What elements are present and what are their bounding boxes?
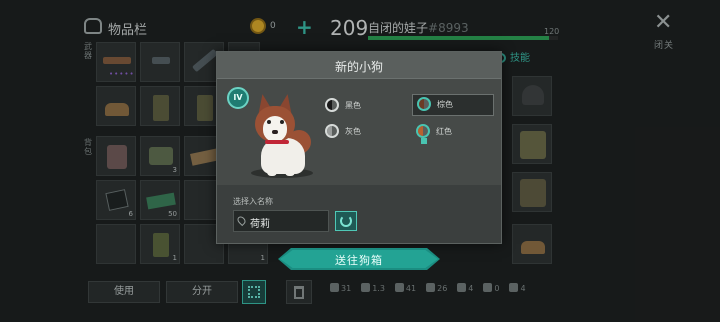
color-swatch-black <box>325 98 339 112</box>
color-option-gray[interactable]: 灰色 <box>325 122 385 142</box>
send-to-kennel-label: 送往狗箱 <box>335 254 383 267</box>
color-swatch-gray <box>325 124 339 138</box>
color-label: 灰色 <box>345 127 361 136</box>
color-option-red[interactable]: 红色 <box>416 122 476 144</box>
color-swatch-red <box>416 124 430 138</box>
randomize-name-button[interactable] <box>335 211 357 231</box>
dialog-title: 新的小狗 <box>334 60 383 74</box>
color-swatch-brown <box>417 97 431 111</box>
name-label: 选择入名称 <box>233 197 273 206</box>
refresh-icon <box>340 215 352 227</box>
dialog-header: 新的小狗 <box>217 52 501 79</box>
dog-portrait <box>241 90 319 182</box>
pin-icon <box>235 214 248 227</box>
new-dog-dialog: 新的小狗 IV 黑色 棕色 灰色 红色 选择入名称 荷莉 <box>216 51 502 244</box>
color-label: 黑色 <box>345 101 361 110</box>
dog-name-input[interactable]: 荷莉 <box>233 210 329 232</box>
color-label: 红色 <box>436 127 452 136</box>
color-label: 棕色 <box>437 100 453 109</box>
dog-name-value: 荷莉 <box>250 219 270 230</box>
color-option-brown[interactable]: 棕色 <box>412 94 494 116</box>
color-option-black[interactable]: 黑色 <box>325 96 385 116</box>
send-to-kennel-button[interactable]: 送往狗箱 <box>278 248 440 270</box>
